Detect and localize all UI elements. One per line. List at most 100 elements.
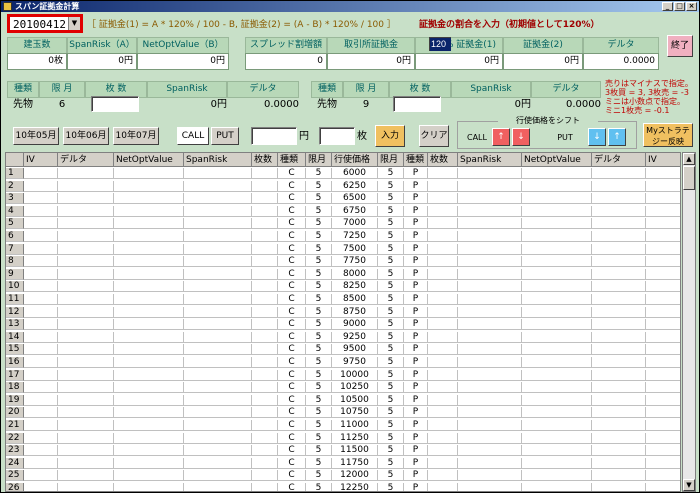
grid-cell[interactable] [114, 369, 184, 381]
grid-cell[interactable] [592, 420, 646, 431]
grid-cell[interactable] [24, 294, 58, 305]
grid-cell[interactable]: 6500 [332, 193, 378, 205]
grid-cell[interactable] [458, 420, 522, 431]
date-select[interactable]: 20100412 ▼ [7, 14, 83, 33]
grid-cell[interactable]: 5 [306, 407, 332, 419]
grid-cell[interactable]: 5 [306, 281, 332, 293]
grid-cell[interactable] [184, 180, 252, 192]
grid-cell[interactable]: 5 [306, 445, 332, 457]
grid-cell[interactable] [24, 369, 58, 381]
grid-cell[interactable] [458, 180, 522, 192]
grid-cell[interactable] [592, 168, 646, 179]
close-button[interactable]: × [686, 2, 697, 11]
grid-cell[interactable] [24, 407, 58, 419]
grid-cell[interactable] [114, 382, 184, 394]
grid-cell[interactable]: 7500 [332, 243, 378, 255]
grid-cell[interactable] [24, 319, 58, 331]
grid-cell[interactable] [58, 407, 114, 419]
grid-cell[interactable] [458, 344, 522, 356]
table-row[interactable]: 13 C 5 9000 5 P [6, 319, 680, 331]
grid-cell[interactable] [522, 319, 592, 331]
grid-cell[interactable] [114, 218, 184, 230]
left-qty-input[interactable] [91, 96, 139, 112]
scroll-up-icon[interactable]: ▲ [683, 153, 695, 165]
grid-cell[interactable] [252, 432, 278, 444]
table-row[interactable]: 15 C 5 9500 5 P [6, 344, 680, 356]
grid-cell[interactable] [24, 420, 58, 431]
grid-cell[interactable] [24, 331, 58, 343]
grid-cell[interactable] [522, 218, 592, 230]
grid-cell[interactable]: C [278, 231, 306, 242]
grid-cell[interactable] [592, 457, 646, 469]
grid-cell[interactable] [428, 180, 458, 192]
grid-cell[interactable]: P [404, 168, 428, 179]
grid-cell[interactable] [522, 205, 592, 217]
grid-cell[interactable] [522, 180, 592, 192]
grid-cell[interactable]: 8750 [332, 306, 378, 318]
grid-cell[interactable] [522, 382, 592, 394]
grid-cell[interactable]: 11750 [332, 457, 378, 469]
grid-cell[interactable]: 5 [306, 168, 332, 179]
grid-cell[interactable]: 5 [378, 180, 404, 192]
grid-cell[interactable] [592, 357, 646, 368]
grid-cell[interactable] [522, 281, 592, 293]
grid-column-header[interactable]: 種類 [278, 153, 306, 167]
grid-cell[interactable] [114, 407, 184, 419]
grid-cell[interactable] [522, 407, 592, 419]
grid-cell[interactable]: 8250 [332, 281, 378, 293]
grid-cell[interactable] [114, 432, 184, 444]
grid-cell[interactable] [114, 357, 184, 368]
grid-cell[interactable] [428, 281, 458, 293]
grid-cell[interactable] [458, 168, 522, 179]
grid-cell[interactable]: 5 [378, 432, 404, 444]
grid-cell[interactable] [24, 445, 58, 457]
grid-cell[interactable]: 7750 [332, 256, 378, 268]
grid-cell[interactable] [114, 180, 184, 192]
grid-cell[interactable] [184, 420, 252, 431]
grid-cell[interactable] [592, 407, 646, 419]
grid-cell[interactable] [646, 256, 680, 268]
grid-cell[interactable]: P [404, 483, 428, 491]
grid-cell[interactable] [58, 420, 114, 431]
grid-cell[interactable] [24, 193, 58, 205]
grid-cell[interactable] [252, 470, 278, 482]
grid-cell[interactable] [592, 256, 646, 268]
grid-cell[interactable] [646, 470, 680, 482]
grid-cell[interactable] [114, 168, 184, 179]
grid-cell[interactable]: 5 [306, 193, 332, 205]
grid-cell[interactable]: C [278, 319, 306, 331]
grid-cell[interactable] [24, 382, 58, 394]
table-row[interactable]: 20 C 5 10750 5 P [6, 407, 680, 419]
grid-column-header[interactable]: 枚数 [252, 153, 278, 167]
grid-cell[interactable] [252, 344, 278, 356]
grid-cell[interactable]: C [278, 432, 306, 444]
grid-cell[interactable] [428, 483, 458, 491]
grid-cell[interactable] [58, 281, 114, 293]
grid-cell[interactable] [458, 319, 522, 331]
grid-cell[interactable] [184, 470, 252, 482]
grid-cell[interactable] [592, 180, 646, 192]
table-row[interactable]: 7 C 5 7500 5 P [6, 243, 680, 255]
grid-cell[interactable] [252, 256, 278, 268]
grid-cell[interactable] [184, 205, 252, 217]
grid-cell[interactable] [24, 306, 58, 318]
grid-cell[interactable] [458, 294, 522, 305]
grid-cell[interactable]: 5 [306, 470, 332, 482]
grid-cell[interactable]: 11000 [332, 420, 378, 431]
grid-cell[interactable]: P [404, 306, 428, 318]
table-row[interactable]: 16 C 5 9750 5 P [6, 357, 680, 368]
table-row[interactable]: 22 C 5 11250 5 P [6, 432, 680, 444]
table-row[interactable]: 10 C 5 8250 5 P [6, 281, 680, 293]
grid-cell[interactable] [114, 306, 184, 318]
grid-cell[interactable] [428, 407, 458, 419]
grid-cell[interactable]: C [278, 268, 306, 280]
grid-cell[interactable]: C [278, 331, 306, 343]
grid-cell[interactable] [58, 218, 114, 230]
grid-cell[interactable] [58, 294, 114, 305]
grid-cell[interactable]: P [404, 193, 428, 205]
grid-cell[interactable]: 5 [306, 231, 332, 242]
grid-cell[interactable] [522, 394, 592, 406]
grid-cell[interactable] [428, 445, 458, 457]
grid-cell[interactable]: C [278, 281, 306, 293]
grid-cell[interactable]: C [278, 483, 306, 491]
